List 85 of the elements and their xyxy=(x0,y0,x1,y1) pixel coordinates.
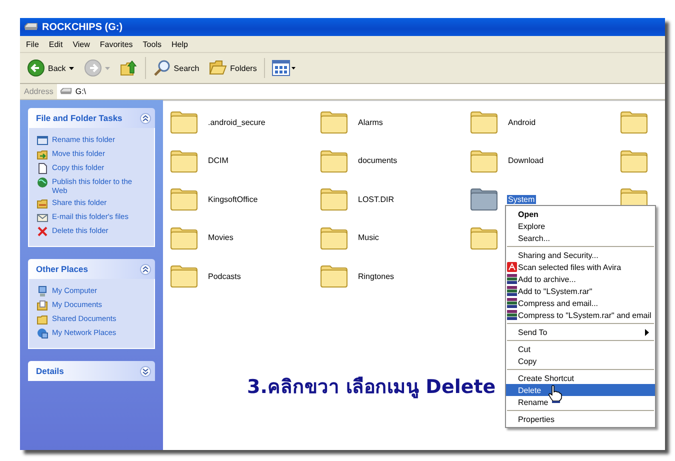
folder-icon xyxy=(37,314,48,325)
folder-name[interactable]: Ringtones xyxy=(357,272,396,281)
books-icon xyxy=(507,286,517,296)
menu-item[interactable]: Tools xyxy=(142,40,162,48)
folder-arrow-icon xyxy=(120,59,138,77)
folder-name[interactable]: .android_secure xyxy=(207,118,266,127)
envelope-icon xyxy=(37,212,48,223)
context-menu-item[interactable]: Compress and email... xyxy=(506,297,655,309)
instruction-caption: 3.คลิกขวา เลือกเมนู Delete xyxy=(247,375,496,400)
folder-name[interactable]: Music xyxy=(357,233,380,242)
drive-icon xyxy=(60,88,72,95)
menu-item[interactable]: Favorites xyxy=(100,40,133,48)
context-menu-item[interactable]: Rename xyxy=(506,396,655,408)
menu-item[interactable]: Edit xyxy=(48,40,63,48)
panel-header[interactable]: Details xyxy=(28,361,155,381)
network-icon xyxy=(37,328,48,339)
folder-name[interactable]: DCIM xyxy=(207,156,230,166)
context-menu-item[interactable]: Create Shortcut xyxy=(506,372,655,384)
page-icon xyxy=(37,163,48,174)
context-menu-item[interactable]: Open xyxy=(506,208,655,220)
folder-name[interactable]: documents xyxy=(357,156,398,166)
panel-header[interactable]: File and Folder Tasks xyxy=(28,108,155,128)
hand-cursor-icon xyxy=(548,385,562,403)
context-menu-item[interactable]: Search... xyxy=(506,232,655,244)
search-icon xyxy=(152,59,171,77)
menu-item[interactable]: File xyxy=(26,40,39,48)
context-menu-item[interactable]: Send To xyxy=(506,326,655,338)
context-menu-item[interactable]: Copy xyxy=(506,355,655,367)
books-icon xyxy=(507,310,517,320)
submenu-arrow-icon xyxy=(645,328,649,336)
monitor-icon xyxy=(37,286,48,297)
folder-icon[interactable] xyxy=(170,226,198,250)
window-icon xyxy=(37,135,48,146)
caret-icon xyxy=(104,66,110,70)
x-icon xyxy=(37,226,48,237)
caret-icon xyxy=(68,66,74,70)
context-menu-item[interactable]: Cut xyxy=(506,343,655,355)
folder-name[interactable]: System xyxy=(507,194,536,204)
folder-icon[interactable] xyxy=(470,148,498,173)
folder-icon[interactable] xyxy=(470,187,498,212)
folder-name[interactable]: KingsoftOffice xyxy=(207,194,259,204)
folder-icon[interactable] xyxy=(320,187,348,212)
search-button[interactable]: Search xyxy=(150,57,202,79)
folder-icon[interactable] xyxy=(320,110,348,134)
folder-icon[interactable] xyxy=(320,226,348,250)
back-button[interactable]: Back xyxy=(24,57,77,79)
books-icon xyxy=(507,298,517,308)
folder-icon[interactable] xyxy=(470,226,498,250)
globe-icon xyxy=(37,177,48,188)
folder-name[interactable]: Alarms xyxy=(357,118,384,127)
folder-icon[interactable] xyxy=(170,148,198,173)
menu-item[interactable]: Help xyxy=(171,40,188,48)
menu-item[interactable]: View xyxy=(72,40,90,48)
context-menu-item[interactable]: Delete xyxy=(506,384,655,396)
context-menu-item[interactable]: Scan selected files with Avira xyxy=(506,261,655,273)
folder-icon[interactable] xyxy=(320,264,348,288)
folder-name[interactable]: Android xyxy=(507,118,537,127)
document-folder-icon xyxy=(37,300,48,311)
books-icon xyxy=(507,274,517,284)
folder-icon[interactable] xyxy=(320,148,348,173)
folder-arrow-icon xyxy=(37,149,48,160)
context-menu-item[interactable]: Add to archive... xyxy=(506,273,655,285)
folder-icon[interactable] xyxy=(170,110,198,134)
folder-icon[interactable] xyxy=(620,110,648,134)
folder-icon[interactable] xyxy=(170,264,198,288)
folder-icon xyxy=(209,60,228,76)
window-title: ROCKCHIPS (G:) xyxy=(42,22,123,32)
context-menu-item[interactable]: Properties xyxy=(506,413,655,425)
folder-icon[interactable] xyxy=(620,148,648,173)
folder-icon xyxy=(37,198,48,209)
folders-button[interactable]: Folders xyxy=(206,58,265,78)
address-label: Address xyxy=(20,84,58,99)
folder-name[interactable]: Download xyxy=(507,156,545,166)
context-menu-item[interactable]: Compress to "LSystem.rar" and email xyxy=(506,309,655,321)
folder-icon[interactable] xyxy=(170,187,198,212)
context-menu-item[interactable]: Sharing and Security... xyxy=(506,249,655,261)
folder-name[interactable]: Podcasts xyxy=(207,272,242,281)
folder-name[interactable]: Movies xyxy=(207,233,234,242)
context-menu-item[interactable]: Add to "LSystem.rar" xyxy=(506,285,655,297)
context-menu-item[interactable]: Explore xyxy=(506,220,655,232)
views-icon xyxy=(272,60,296,76)
folder-icon[interactable] xyxy=(470,110,498,134)
panel-header[interactable]: Other Places xyxy=(28,259,155,279)
drive-icon xyxy=(24,23,38,31)
folder-name[interactable]: LOST.DIR xyxy=(357,194,396,204)
